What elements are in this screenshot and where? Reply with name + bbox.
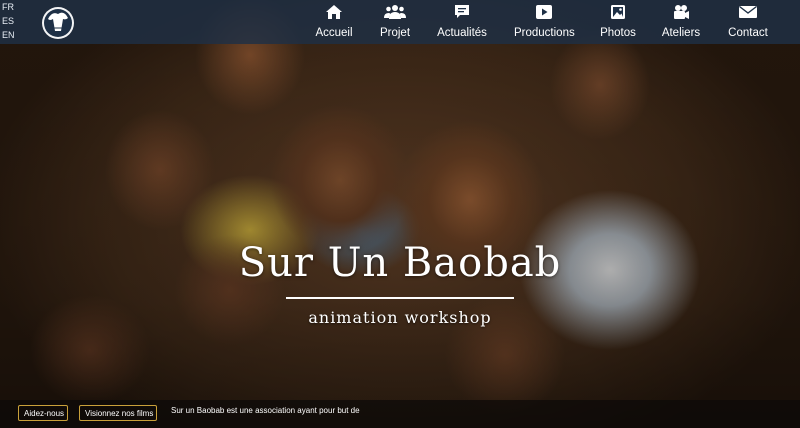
nav-label: Photos xyxy=(600,27,636,39)
play-icon xyxy=(514,4,574,22)
lang-fr[interactable]: FR xyxy=(2,0,18,14)
users-icon xyxy=(379,4,411,22)
nav-item-projet[interactable]: Projet xyxy=(379,4,411,40)
hero-subtitle: animation workshop xyxy=(308,308,492,327)
nav-item-photos[interactable]: Photos xyxy=(600,4,636,40)
watch-films-button[interactable]: Visionnez nos films xyxy=(79,405,157,421)
hero-overlay xyxy=(0,0,800,428)
intro-text: Sur un Baobab est une association ayant … xyxy=(171,406,360,415)
nav-label: Contact xyxy=(728,27,768,39)
lang-es[interactable]: ES xyxy=(2,14,18,28)
nav-item-ateliers[interactable]: Ateliers xyxy=(661,4,701,40)
nav-label: Projet xyxy=(379,27,411,39)
nav-label: Actualités xyxy=(437,27,487,39)
nav-item-productions[interactable]: Productions xyxy=(514,4,575,40)
nav-item-accueil[interactable]: Accueil xyxy=(315,4,353,40)
lang-en[interactable]: EN xyxy=(2,28,18,42)
site-logo[interactable] xyxy=(36,5,80,41)
image-icon xyxy=(600,4,636,22)
language-switcher: FR ES EN xyxy=(2,0,18,42)
nav-label: Ateliers xyxy=(661,27,701,39)
title-divider xyxy=(286,297,514,299)
nav-label: Productions xyxy=(514,27,575,39)
bottom-strip: Aidez-nous Visionnez nos films Sur un Ba… xyxy=(0,400,800,428)
home-icon xyxy=(315,4,353,22)
comment-icon xyxy=(436,4,488,22)
help-button[interactable]: Aidez-nous xyxy=(18,405,68,421)
camera-icon xyxy=(661,4,701,22)
hero-title: Sur Un Baobab xyxy=(238,240,562,286)
nav-item-contact[interactable]: Contact xyxy=(728,4,768,40)
top-nav-bar: FR ES EN Accueil Projet Actualités Produ… xyxy=(0,0,800,44)
nav-label: Accueil xyxy=(315,27,353,39)
envelope-icon xyxy=(728,4,768,22)
nav-item-actualites[interactable]: Actualités xyxy=(436,4,488,40)
